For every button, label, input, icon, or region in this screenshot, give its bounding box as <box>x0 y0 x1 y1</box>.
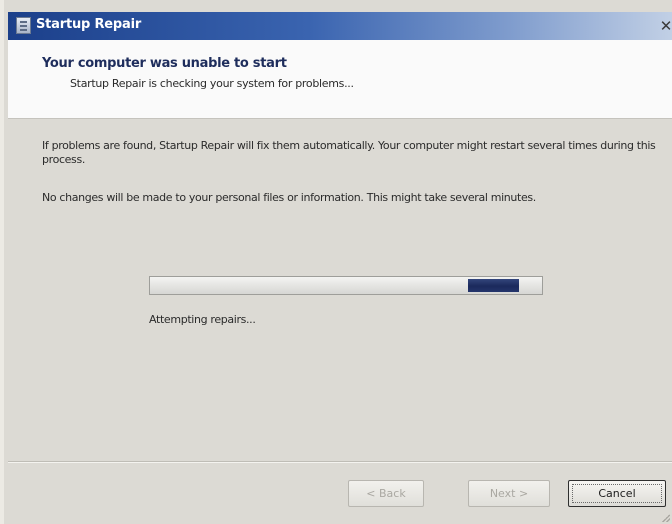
info-paragraph-no-changes: No changes will be made to your personal… <box>42 191 536 204</box>
header-panel: Your computer was unable to start Startu… <box>8 40 672 119</box>
next-button[interactable]: Next > <box>468 480 550 507</box>
window-title: Startup Repair <box>36 17 142 32</box>
footer-divider <box>8 461 672 463</box>
progress-status-text: Attempting repairs... <box>149 313 256 326</box>
page-title: Your computer was unable to start <box>42 56 287 71</box>
resize-grip-icon[interactable] <box>660 512 670 522</box>
close-icon[interactable]: ✕ <box>658 18 672 34</box>
document-icon <box>16 17 31 34</box>
progress-marquee-chunk <box>468 279 519 292</box>
back-button[interactable]: < Back <box>348 480 424 507</box>
cancel-button[interactable]: Cancel <box>568 480 666 507</box>
page-subtitle: Startup Repair is checking your system f… <box>70 77 354 90</box>
repair-progress-bar <box>149 276 543 295</box>
cancel-button-label: Cancel <box>572 484 662 503</box>
info-paragraph-auto-fix: If problems are found, Startup Repair wi… <box>42 139 656 166</box>
title-bar[interactable]: Startup Repair ✕ <box>8 12 672 40</box>
startup-repair-window: Startup Repair ✕ Your computer was unabl… <box>0 0 672 524</box>
